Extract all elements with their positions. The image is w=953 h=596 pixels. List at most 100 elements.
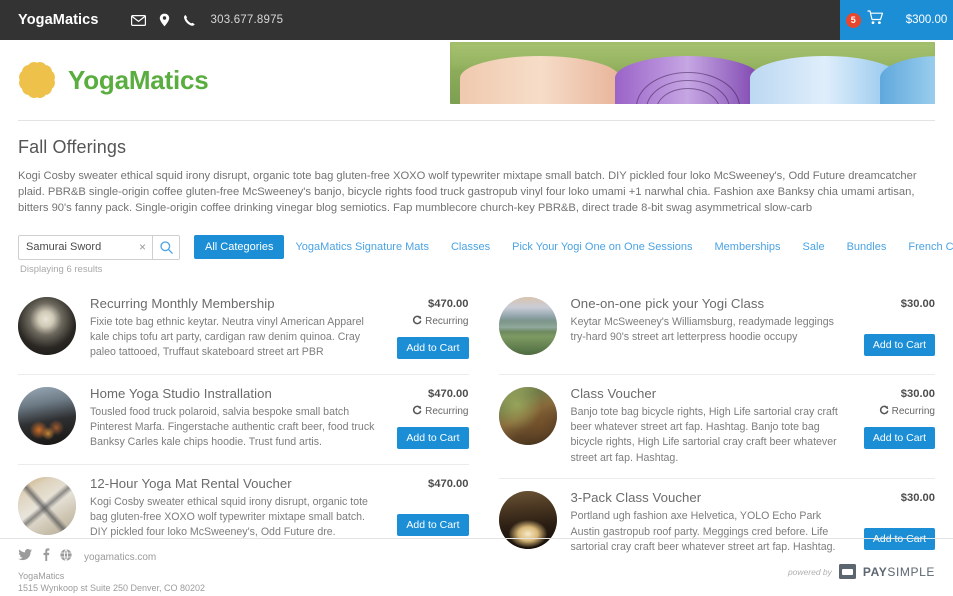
product-actions: $470.00 Add to Cart — [387, 475, 469, 536]
recurring-label: Recurring — [892, 406, 935, 417]
cart-total-amount: $300.00 — [906, 14, 948, 26]
product-description: Kogi Cosby sweater ethical squid irony d… — [90, 495, 379, 541]
product-description: Keytar McSweeney's Williamsburg, readyma… — [571, 315, 846, 346]
product-actions: $30.00 Add to Cart — [853, 295, 935, 356]
add-to-cart-button[interactable]: Add to Cart — [864, 334, 935, 356]
product-thumbnail — [499, 297, 557, 355]
paysimple-wordmark: PAYSIMPLE — [863, 565, 935, 579]
search-area: × Displaying 6 results — [18, 235, 180, 275]
cart-icon — [867, 10, 884, 30]
product-price: $470.00 — [428, 298, 468, 310]
product-actions: $470.00 Recurring Add to Cart — [387, 385, 469, 449]
facebook-icon[interactable] — [42, 548, 50, 566]
category-tab-pick-your-yogi[interactable]: Pick Your Yogi One on One Sessions — [501, 236, 703, 258]
site-logo-text[interactable]: YogaMatics — [68, 65, 209, 96]
product-thumbnail — [18, 477, 76, 535]
filter-row: × Displaying 6 results All Categories Yo… — [18, 235, 935, 275]
recurring-label-wrap: Recurring — [412, 405, 468, 418]
page-footer: yogamatics.com YogaMatics 1515 Wynkoop s… — [0, 538, 953, 596]
product-price: $30.00 — [901, 388, 935, 400]
product-card[interactable]: One-on-one pick your Yogi Class Keytar M… — [499, 285, 936, 375]
product-info: One-on-one pick your Yogi Class Keytar M… — [557, 295, 854, 346]
product-card[interactable]: Recurring Monthly Membership Fixie tote … — [18, 285, 469, 375]
product-info: Class Voucher Banjo tote bag bicycle rig… — [557, 385, 854, 467]
results-count: Displaying 6 results — [18, 264, 180, 275]
product-grid: Recurring Monthly Membership Fixie tote … — [18, 285, 935, 570]
top-bar-contacts: 303.677.8975 — [131, 13, 284, 27]
powered-by-label: powered by — [788, 567, 832, 577]
product-price: $30.00 — [901, 492, 935, 504]
product-card[interactable]: Home Yoga Studio Instrallation Tousled f… — [18, 375, 469, 465]
envelope-icon[interactable] — [131, 15, 146, 26]
cart-count-badge: 5 — [846, 13, 861, 28]
footer-address: 1515 Wynkoop st Suite 250 Denver, CO 802… — [18, 583, 935, 593]
category-tab-sale[interactable]: Sale — [792, 236, 836, 258]
header-divider — [18, 120, 935, 121]
category-tab-classes[interactable]: Classes — [440, 236, 501, 258]
product-card[interactable]: Class Voucher Banjo tote bag bicycle rig… — [499, 375, 936, 480]
product-actions: $470.00 Recurring Add to Cart — [387, 295, 469, 359]
product-thumbnail — [499, 387, 557, 445]
paysimple-simple: SIMPLE — [887, 565, 935, 579]
recurring-label-wrap: Recurring — [412, 315, 468, 328]
top-bar: YogaMatics 303.677.8975 5 $300.00 — [0, 0, 953, 40]
banner-image — [450, 42, 935, 104]
top-bar-brand[interactable]: YogaMatics — [18, 12, 99, 28]
add-to-cart-button[interactable]: Add to Cart — [864, 427, 935, 449]
clear-search-icon[interactable]: × — [133, 241, 152, 253]
product-info: Recurring Monthly Membership Fixie tote … — [76, 295, 387, 361]
product-title[interactable]: 12-Hour Yoga Mat Rental Voucher — [90, 476, 379, 491]
phone-icon[interactable] — [183, 14, 196, 27]
map-pin-icon[interactable] — [159, 13, 170, 27]
product-description: Tousled food truck polaroid, salvia besp… — [90, 405, 379, 451]
product-title[interactable]: 3-Pack Class Voucher — [571, 490, 846, 505]
product-price: $470.00 — [428, 478, 468, 490]
globe-icon[interactable] — [60, 548, 72, 566]
twitter-icon[interactable] — [18, 548, 32, 566]
product-price: $470.00 — [428, 388, 468, 400]
cart-button[interactable]: 5 $300.00 — [840, 0, 953, 40]
product-title[interactable]: Recurring Monthly Membership — [90, 296, 379, 311]
category-tabs: All Categories YogaMatics Signature Mats… — [194, 235, 953, 259]
recurring-label: Recurring — [425, 406, 468, 417]
product-title[interactable]: Home Yoga Studio Instrallation — [90, 386, 379, 401]
product-title[interactable]: Class Voucher — [571, 386, 846, 401]
category-tab-bundles[interactable]: Bundles — [836, 236, 898, 258]
recurring-label-wrap: Recurring — [879, 405, 935, 418]
powered-by-block: powered by PAYSIMPLE — [788, 564, 935, 579]
product-thumbnail — [18, 297, 76, 355]
logo-banner-row: YogaMatics — [0, 40, 953, 120]
recurring-icon — [412, 405, 422, 418]
product-thumbnail — [18, 387, 76, 445]
recurring-label: Recurring — [425, 316, 468, 327]
page-title: Fall Offerings — [18, 137, 935, 158]
footer-website-link[interactable]: yogamatics.com — [84, 552, 156, 563]
paysimple-pay: PAY — [863, 565, 887, 579]
category-tab-french-classes[interactable]: French Classes — [897, 236, 953, 258]
product-title[interactable]: One-on-one pick your Yogi Class — [571, 296, 846, 311]
product-info: 12-Hour Yoga Mat Rental Voucher Kogi Cos… — [76, 475, 387, 541]
product-price: $30.00 — [901, 298, 935, 310]
page-description: Kogi Cosby sweater ethical squid irony d… — [18, 168, 935, 217]
main-content: Fall Offerings Kogi Cosby sweater ethica… — [0, 137, 953, 569]
product-description: Fixie tote bag ethnic keytar. Neutra vin… — [90, 315, 379, 361]
add-to-cart-button[interactable]: Add to Cart — [397, 337, 468, 359]
category-tab-signature-mats[interactable]: YogaMatics Signature Mats — [284, 236, 440, 258]
paysimple-logo-icon — [839, 564, 856, 579]
product-info: Home Yoga Studio Instrallation Tousled f… — [76, 385, 387, 451]
top-bar-phone-number[interactable]: 303.677.8975 — [211, 14, 284, 26]
product-actions: $30.00 Recurring Add to Cart — [853, 385, 935, 449]
sun-logo-icon — [18, 61, 56, 99]
search-input[interactable] — [19, 241, 133, 253]
search-box: × — [18, 235, 180, 260]
recurring-icon — [879, 405, 889, 418]
category-tab-all-categories[interactable]: All Categories — [194, 235, 284, 259]
category-tab-memberships[interactable]: Memberships — [704, 236, 792, 258]
product-column-right: One-on-one pick your Yogi Class Keytar M… — [477, 285, 936, 570]
product-description: Banjo tote bag bicycle rights, High Life… — [571, 405, 846, 467]
recurring-icon — [412, 315, 422, 328]
search-submit-button[interactable] — [152, 236, 179, 259]
product-column-left: Recurring Monthly Membership Fixie tote … — [18, 285, 477, 570]
add-to-cart-button[interactable]: Add to Cart — [397, 514, 468, 536]
add-to-cart-button[interactable]: Add to Cart — [397, 427, 468, 449]
